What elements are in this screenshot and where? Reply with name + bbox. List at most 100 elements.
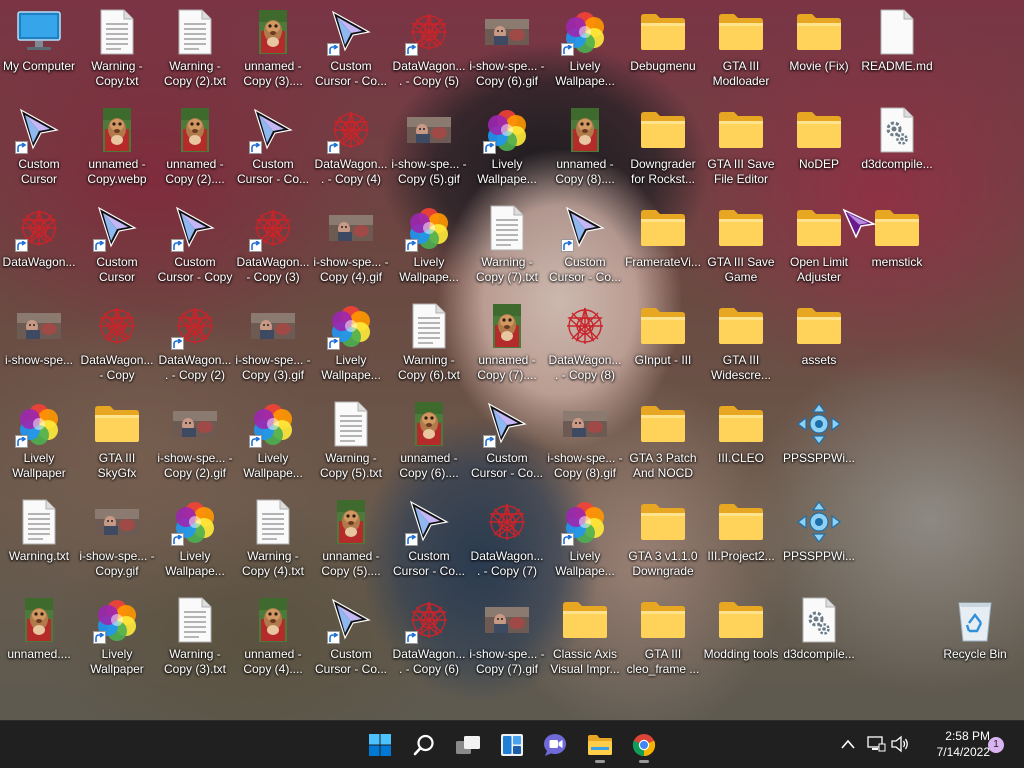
- desktop-icon-nodep-folder[interactable]: NoDEP: [780, 100, 858, 198]
- desktop-icon-i-show-spe-copy-4-gif[interactable]: i-show-spe... - Copy (4).gif: [312, 198, 390, 296]
- desktop-icon-d3dcompile-a[interactable]: d3dcompile...: [858, 100, 936, 198]
- desktop-icon-movie-fix-folder[interactable]: Movie (Fix): [780, 2, 858, 100]
- desktop-icon-ppsspp-a[interactable]: PPSSPPWi...: [780, 394, 858, 492]
- chevron-up-icon[interactable]: [840, 738, 856, 750]
- desktop-icon-downgrader-folder[interactable]: Downgrader for Rockst...: [624, 100, 702, 198]
- desktop-icon-datawagon-copy-3[interactable]: DataWagon... - Copy (3): [234, 198, 312, 296]
- desktop-icon-custom-cursor-copy-c[interactable]: Custom Cursor - Copy: [156, 198, 234, 296]
- start-button[interactable]: [362, 727, 398, 763]
- desktop-icon-assets-folder[interactable]: assets: [780, 296, 858, 394]
- desktop-icon-datawagon-copy-7[interactable]: DataWagon.... - Copy (7): [468, 492, 546, 590]
- desktop-icon-i-show-spe-a[interactable]: i-show-spe...: [0, 296, 78, 394]
- desktop-icon-datawagon-copy-a[interactable]: DataWagon... - Copy: [78, 296, 156, 394]
- desktop-icon-i-show-spe-copy-7-gif[interactable]: i-show-spe... - Copy (7).gif: [468, 590, 546, 688]
- desktop-icon-warning-copy-2-txt[interactable]: Warning - Copy (2).txt: [156, 2, 234, 100]
- desktop-icon-datawagon-copy-5[interactable]: DataWagon.... - Copy (5): [390, 2, 468, 100]
- desktop-icon-warning-copy-7-txt[interactable]: Warning - Copy (7).txt: [468, 198, 546, 296]
- desktop[interactable]: My Computer Warning - Copy.txt Warning -…: [0, 0, 1024, 720]
- file-explorer-button[interactable]: [582, 727, 618, 763]
- desktop-icon-datawagon-copy-8[interactable]: DataWagon.... - Copy (8): [546, 296, 624, 394]
- desktop-icon-datawagon-copy-4[interactable]: DataWagon.... - Copy (4): [312, 100, 390, 198]
- desktop-icon-custom-cursor-copy-e[interactable]: Custom Cursor - Co...: [468, 394, 546, 492]
- desktop-icon-lively-wallpaper-e[interactable]: Lively Wallpaper: [0, 394, 78, 492]
- desktop-icon-i-show-spe-copy-5-gif[interactable]: i-show-spe... - Copy (5).gif: [390, 100, 468, 198]
- desktop-icon-unnamed-copy-7[interactable]: unnamed - Copy (7)....: [468, 296, 546, 394]
- desktop-icon-warning-copy-3-txt[interactable]: Warning - Copy (3).txt: [156, 590, 234, 688]
- volume-icon[interactable]: [890, 735, 910, 753]
- desktop-icon-lively-wallpaper-d[interactable]: Lively Wallpape...: [312, 296, 390, 394]
- desktop-icon-lively-wallpaper-a[interactable]: Lively Wallpape...: [546, 2, 624, 100]
- desktop-icon-readme-md[interactable]: README.md: [858, 2, 936, 100]
- desktop-icon-image: [717, 498, 765, 546]
- desktop-icon-unnamed-copy-6[interactable]: unnamed - Copy (6)....: [390, 394, 468, 492]
- desktop-icon-gta3-save-file-editor-folder[interactable]: GTA III Save File Editor: [702, 100, 780, 198]
- desktop-icon-ppsspp-b[interactable]: PPSSPPWi...: [780, 492, 858, 590]
- desktop-icon-custom-cursor-copy-a[interactable]: Custom Cursor - Co...: [312, 2, 390, 100]
- desktop-icon-custom-cursor-copy-d[interactable]: Custom Cursor - Co...: [546, 198, 624, 296]
- folder-icon: [719, 308, 763, 344]
- desktop-icon-lively-wallpaper-i[interactable]: Lively Wallpaper: [78, 590, 156, 688]
- clock[interactable]: 2:58 PM 7/14/2022: [920, 728, 990, 760]
- desktop-icon-unnamed-copy-5[interactable]: unnamed - Copy (5)....: [312, 492, 390, 590]
- desktop-icon-i-show-spe-copy-gif[interactable]: i-show-spe... - Copy.gif: [78, 492, 156, 590]
- search-button[interactable]: [406, 727, 442, 763]
- desktop-icon-gta3-modloader-folder[interactable]: GTA III Modloader: [702, 2, 780, 100]
- network-icon[interactable]: [866, 735, 886, 753]
- desktop-icon-lively-wallpaper-g[interactable]: Lively Wallpape...: [156, 492, 234, 590]
- desktop-icon-my-computer[interactable]: My Computer: [0, 2, 78, 100]
- desktop-icon-ginput-folder[interactable]: GInput - III: [624, 296, 702, 394]
- notification-badge[interactable]: 1: [988, 737, 1004, 753]
- desktop-icon-unnamed-copy-4[interactable]: unnamed - Copy (4)....: [234, 590, 312, 688]
- folder-icon: [719, 602, 763, 638]
- desktop-icon-datawagon-copy-2[interactable]: DataWagon.... - Copy (2): [156, 296, 234, 394]
- datawagon-icon: [567, 307, 603, 344]
- desktop-icon-custom-cursor-b[interactable]: Custom Cursor: [78, 198, 156, 296]
- desktop-icon-gta3-skygfx-folder[interactable]: GTA III SkyGfx: [78, 394, 156, 492]
- desktop-icon-datawagon-a[interactable]: DataWagon...: [0, 198, 78, 296]
- desktop-icon-lively-wallpaper-c[interactable]: Lively Wallpape...: [390, 198, 468, 296]
- desktop-icon-warning-txt[interactable]: Warning.txt: [0, 492, 78, 590]
- desktop-icon-lively-wallpaper-b[interactable]: Lively Wallpape...: [468, 100, 546, 198]
- desktop-icon-classic-axis-folder[interactable]: Classic Axis Visual Impr...: [546, 590, 624, 688]
- desktop-icon-i-show-spe-copy-8-gif[interactable]: i-show-spe... - Copy (8).gif: [546, 394, 624, 492]
- teams-chat-button[interactable]: [538, 727, 574, 763]
- desktop-icon-gta3-widescreen-folder[interactable]: GTA III Widescre...: [702, 296, 780, 394]
- desktop-icon-datawagon-copy-6[interactable]: DataWagon.... - Copy (6): [390, 590, 468, 688]
- desktop-icon-gta3-patch-folder[interactable]: GTA 3 Patch And NOCD: [624, 394, 702, 492]
- desktop-icon-label: unnamed - Copy (2)....: [165, 157, 225, 186]
- desktop-icon-image: [951, 596, 999, 644]
- desktop-icon-iii-project2-folder[interactable]: III.Project2...: [702, 492, 780, 590]
- desktop-icon-unnamed-copy-2[interactable]: unnamed - Copy (2)....: [156, 100, 234, 198]
- desktop-icon-modding-tools-folder[interactable]: Modding tools: [702, 590, 780, 688]
- desktop-icon-debugmenu-folder[interactable]: Debugmenu: [624, 2, 702, 100]
- desktop-icon-d3dcompile-b[interactable]: d3dcompile...: [780, 590, 858, 688]
- desktop-icon-gta3-v110-downgrade-folder[interactable]: GTA 3 v1.1.0 Downgrade: [624, 492, 702, 590]
- desktop-icon-lively-wallpaper-h[interactable]: Lively Wallpape...: [546, 492, 624, 590]
- desktop-icon-unnamed-copy-webp[interactable]: unnamed - Copy.webp: [78, 100, 156, 198]
- desktop-icon-lively-wallpaper-f[interactable]: Lively Wallpape...: [234, 394, 312, 492]
- desktop-icon-recycle-bin[interactable]: Recycle Bin: [936, 590, 1014, 688]
- desktop-icon-unnamed-copy-3[interactable]: unnamed - Copy (3)....: [234, 2, 312, 100]
- desktop-icon-image: [171, 498, 219, 546]
- desktop-icon-warning-copy-6-txt[interactable]: Warning - Copy (6).txt: [390, 296, 468, 394]
- desktop-icon-gta3-save-game-folder[interactable]: GTA III Save Game: [702, 198, 780, 296]
- desktop-icon-framerate-folder[interactable]: FramerateVi...: [624, 198, 702, 296]
- desktop-icon-unnamed-a[interactable]: unnamed....: [0, 590, 78, 688]
- desktop-icon-custom-cursor-copy-g[interactable]: Custom Cursor - Co...: [312, 590, 390, 688]
- chrome-button[interactable]: [626, 727, 662, 763]
- desktop-icon-warning-copy-4-txt[interactable]: Warning - Copy (4).txt: [234, 492, 312, 590]
- desktop-icon-i-show-spe-copy-2-gif[interactable]: i-show-spe... - Copy (2).gif: [156, 394, 234, 492]
- desktop-icon-warning-copy-txt[interactable]: Warning - Copy.txt: [78, 2, 156, 100]
- desktop-icon-unnamed-copy-8[interactable]: unnamed - Copy (8)....: [546, 100, 624, 198]
- desktop-icon-custom-cursor-copy-b[interactable]: Custom Cursor - Co...: [234, 100, 312, 198]
- desktop-icon-warning-copy-5-txt[interactable]: Warning - Copy (5).txt: [312, 394, 390, 492]
- widgets-button[interactable]: [494, 727, 530, 763]
- desktop-icon-custom-cursor-a[interactable]: Custom Cursor: [0, 100, 78, 198]
- desktop-icon-i-show-spe-copy-3-gif[interactable]: i-show-spe... - Copy (3).gif: [234, 296, 312, 394]
- desktop-icon-iii-cleo-folder[interactable]: III.CLEO: [702, 394, 780, 492]
- desktop-icon-i-show-spe-copy-6-gif[interactable]: i-show-spe... - Copy (6).gif: [468, 2, 546, 100]
- desktop-icon-label: Lively Wallpape...: [165, 549, 225, 578]
- desktop-icon-custom-cursor-copy-f[interactable]: Custom Cursor - Co...: [390, 492, 468, 590]
- desktop-icon-gta3-cleo-frame-folder[interactable]: GTA III cleo_frame ...: [624, 590, 702, 688]
- task-view-button[interactable]: [450, 727, 486, 763]
